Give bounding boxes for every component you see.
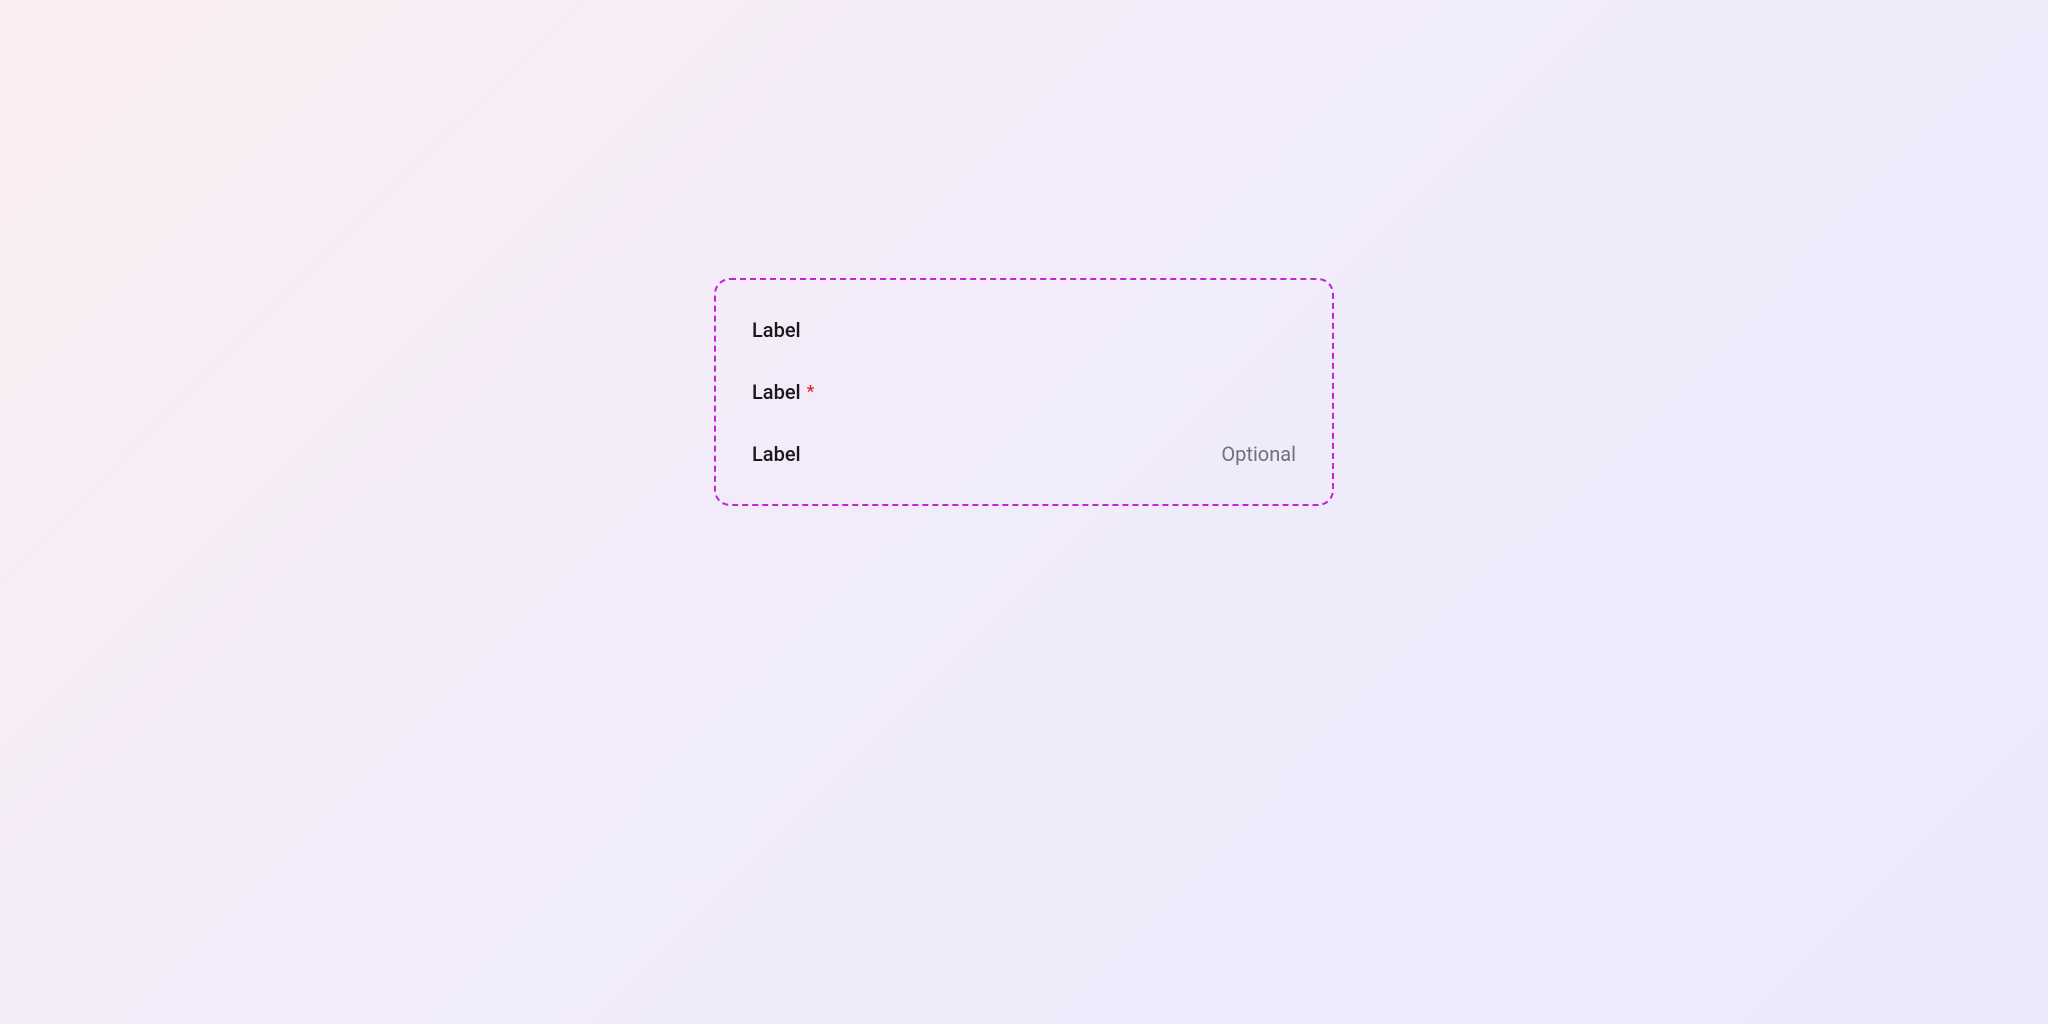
optional-suffix: Optional: [1221, 442, 1296, 466]
label-text: Label: [752, 442, 801, 466]
label-row-optional: Label Optional: [752, 442, 1296, 466]
label-row-required: Label *: [752, 380, 1296, 404]
label-row-basic: Label: [752, 318, 1296, 342]
label-text: Label: [752, 318, 801, 342]
label-text-value: Label: [752, 380, 801, 404]
label-text: Label *: [752, 380, 814, 404]
label-examples-container: Label Label * Label Optional: [714, 278, 1334, 506]
required-asterisk-icon: *: [807, 382, 815, 402]
